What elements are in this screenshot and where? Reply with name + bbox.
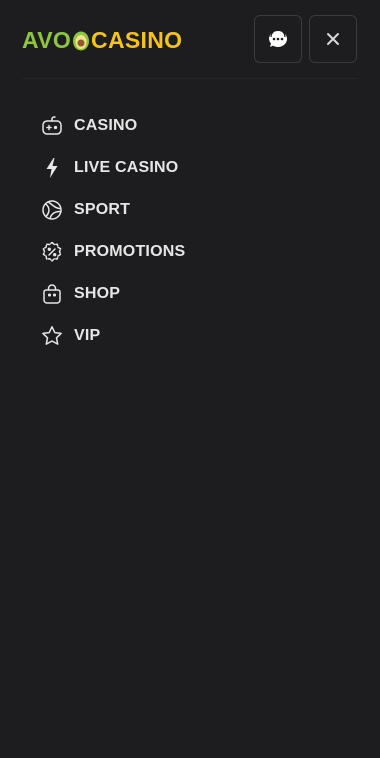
menu-item-label: LIVE CASINO (74, 159, 179, 176)
menu-item-casino[interactable]: CASINO (40, 105, 340, 147)
sport-ball-icon (40, 198, 64, 222)
main-menu: CASINO LIVE CASINO SPORT PROMOTIONS SHOP… (40, 105, 340, 357)
header-divider (22, 78, 358, 79)
menu-item-shop[interactable]: SHOP (40, 273, 340, 315)
logo-text-avo: AVO (22, 26, 72, 53)
menu-item-label: SPORT (74, 201, 131, 218)
menu-item-label: PROMOTIONS (74, 243, 186, 260)
star-icon (40, 324, 64, 348)
menu-item-promotions[interactable]: PROMOTIONS (40, 231, 340, 273)
side-menu-page: AVO CASINO CASINO LIVE CASINO SPORT PROM… (0, 0, 380, 758)
menu-item-label: VIP (74, 327, 101, 344)
close-menu-button[interactable] (309, 15, 357, 63)
menu-item-label: CASINO (74, 117, 138, 134)
gamepad-icon (40, 114, 64, 138)
lightning-icon (40, 156, 64, 180)
support-chat-icon (268, 29, 287, 47)
menu-item-live-casino[interactable]: LIVE CASINO (40, 147, 340, 189)
menu-item-sport[interactable]: SPORT (40, 189, 340, 231)
support-chat-button[interactable] (254, 15, 302, 63)
menu-item-vip[interactable]: VIP (40, 315, 340, 357)
menu-header: AVO CASINO (0, 0, 380, 78)
discount-badge-icon (40, 240, 64, 264)
avocasino-logo[interactable]: AVO CASINO (22, 26, 182, 54)
close-icon (327, 33, 339, 45)
menu-item-label: SHOP (74, 285, 121, 302)
shopping-bag-icon (40, 282, 64, 306)
avocado-logo-icon (73, 31, 90, 51)
logo-text-casino: CASINO (91, 26, 183, 53)
